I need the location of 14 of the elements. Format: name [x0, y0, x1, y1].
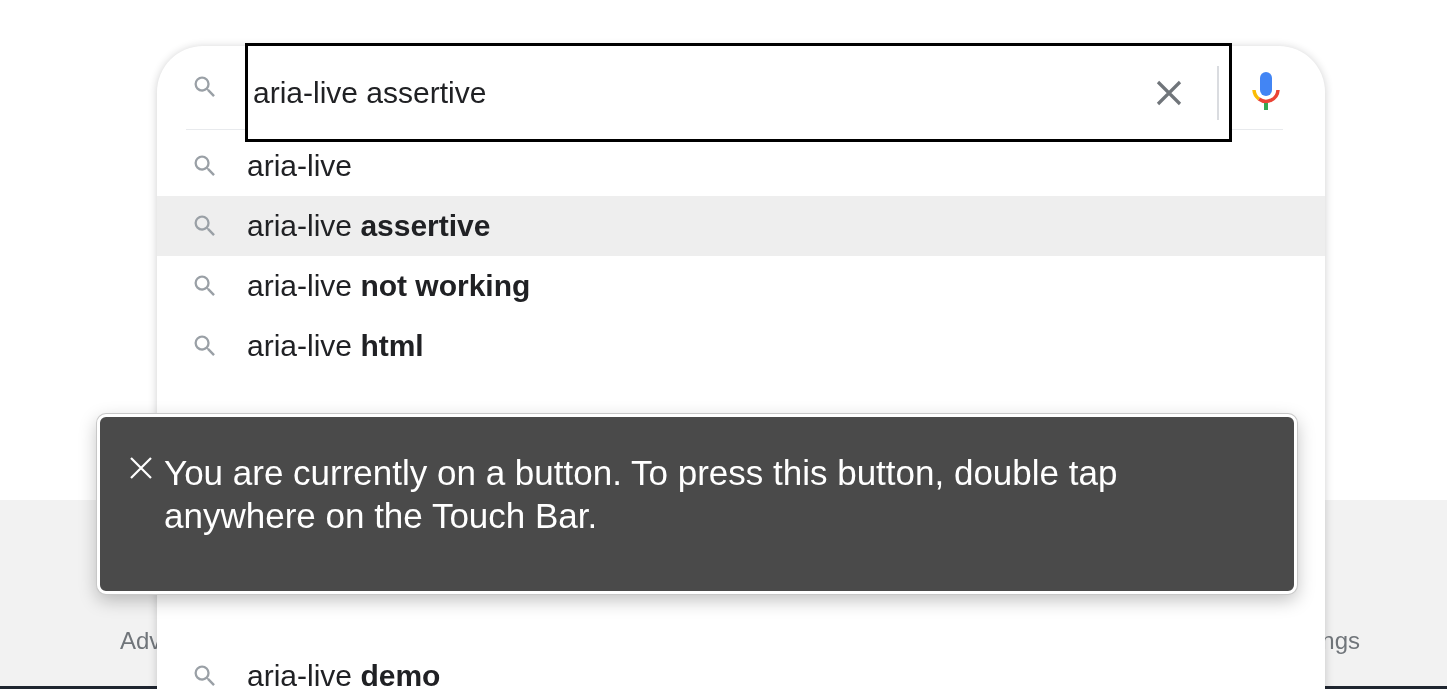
caption-text: You are currently on a button. To press this button, double tap anywhere on the Touch Bar.: [164, 452, 1119, 537]
suggestion-item[interactable]: aria-live not working: [157, 256, 1325, 317]
suggestion-item[interactable]: aria-live html: [157, 316, 1325, 377]
suggestion-item[interactable]: aria-live assertive: [157, 196, 1325, 257]
suggestion-text: aria-live not working: [247, 269, 531, 304]
close-icon[interactable]: [128, 455, 154, 481]
close-icon[interactable]: [1154, 78, 1184, 108]
search-field[interactable]: aria-live assertive: [245, 43, 1232, 142]
microphone-icon[interactable]: [1251, 72, 1281, 112]
suggestion-text: aria-live assertive: [247, 209, 491, 244]
suggestion-text: aria-live html: [247, 329, 424, 364]
suggestion-item[interactable]: aria-live demo: [157, 646, 1325, 689]
suggestion-text: aria-live: [247, 149, 353, 184]
suggestion-text: aria-live demo: [247, 659, 441, 689]
